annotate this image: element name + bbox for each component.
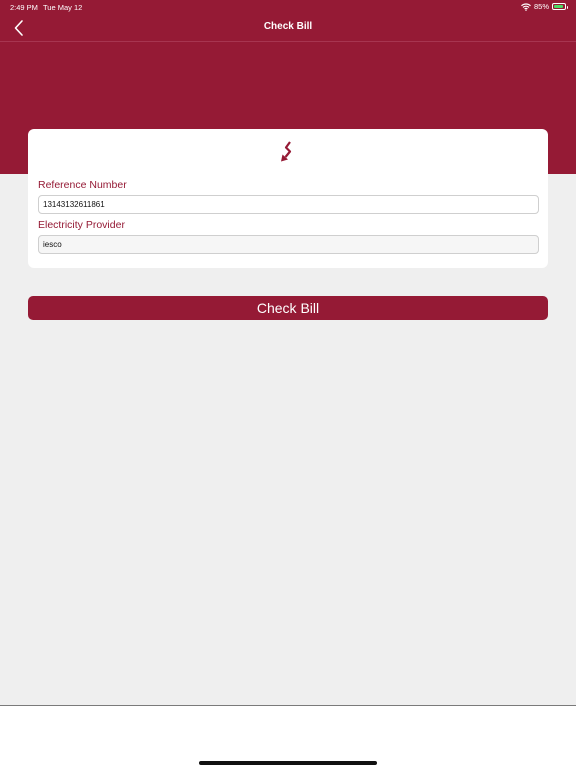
battery-percent: 85%: [533, 2, 549, 11]
page-title: Check Bill: [263, 21, 313, 32]
reference-number-input[interactable]: 13143132611861: [38, 195, 539, 214]
wifi-icon: [521, 2, 531, 11]
battery-icon: [552, 3, 568, 10]
electricity-provider-label: Electricity Provider: [38, 219, 125, 231]
status-date: Tue May 12: [43, 3, 83, 12]
status-indicators: 85%: [521, 2, 568, 11]
status-bar: 2:49 PM Tue May 12 85%: [0, 0, 576, 14]
battery-cap: [566, 5, 568, 9]
battery-level: [554, 5, 563, 8]
home-indicator[interactable]: [199, 761, 377, 765]
lightning-bolt-icon: [281, 141, 292, 162]
bill-form-card: Reference Number 13143132611861 Electric…: [28, 129, 548, 268]
reference-number-label: Reference Number: [38, 179, 127, 191]
bottom-area: [0, 705, 576, 768]
navigation-bar: Check Bill: [0, 14, 576, 42]
check-bill-button[interactable]: Check Bill: [28, 296, 548, 320]
electricity-provider-field[interactable]: iesco: [38, 235, 539, 254]
status-time: 2:49 PM: [10, 3, 38, 12]
